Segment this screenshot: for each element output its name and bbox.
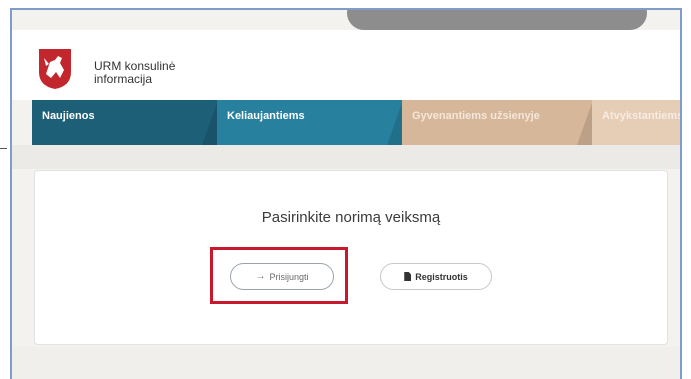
login-button[interactable]: → Prisijungti xyxy=(230,263,334,290)
browser-frame: URM konsulinė informacija Naujienos Keli… xyxy=(10,8,682,379)
nav-item-label: Atvykstantiems xyxy=(602,110,682,122)
footer-background xyxy=(12,347,680,379)
site-header: URM konsulinė informacija xyxy=(12,30,680,100)
main-nav: Naujienos Keliaujantiems Gyvenantiems už… xyxy=(32,100,682,145)
nav-item-label: Gyvenantiems užsienyje xyxy=(412,110,540,122)
nav-item-atvykstantiems[interactable]: Atvykstantiems xyxy=(592,100,682,145)
card-heading: Pasirinkite norimą veiksmą xyxy=(261,209,441,226)
action-card: Pasirinkite norimą veiksmą → Prisijungti… xyxy=(34,170,668,345)
site-title[interactable]: URM konsulinė informacija xyxy=(94,60,214,86)
content-background xyxy=(12,145,680,169)
nav-item-keliaujantiems[interactable]: Keliaujantiems xyxy=(217,100,402,145)
top-search-pill[interactable] xyxy=(347,10,647,30)
nav-item-gyvenantiems-uzsienyje[interactable]: Gyvenantiems užsienyje xyxy=(402,100,592,145)
nav-item-label: Keliaujantiems xyxy=(227,110,305,122)
coat-of-arms-logo[interactable] xyxy=(38,48,72,90)
arrow-right-icon: → xyxy=(255,271,266,282)
margin-tick xyxy=(0,148,7,149)
site-title-line-2: informacija xyxy=(94,72,153,86)
nav-item-naujienos[interactable]: Naujienos xyxy=(32,100,217,145)
nav-item-label: Naujienos xyxy=(42,110,95,122)
document-icon xyxy=(404,272,412,281)
login-button-label: Prisijungti xyxy=(269,271,309,282)
register-button[interactable]: Registruotis xyxy=(380,263,492,290)
register-button-label: Registruotis xyxy=(415,271,468,282)
